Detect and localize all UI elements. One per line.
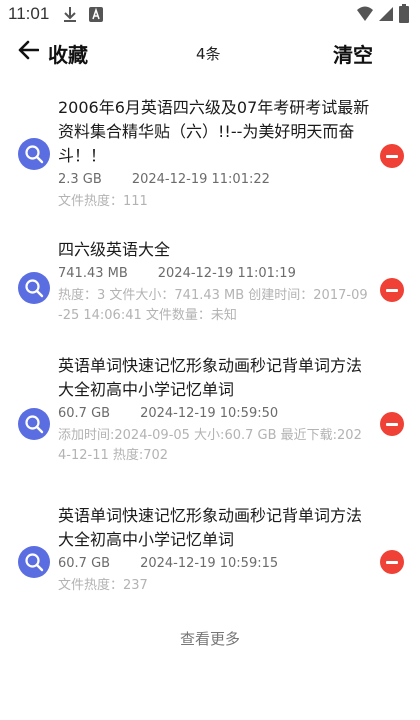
item-meta: 60.7 GB 2024-12-19 10:59:15 [58,554,370,574]
minus-icon [386,288,398,292]
app-header: 收藏 4条 清空 [0,30,420,74]
item-date: 2024-12-19 11:01:22 [131,172,270,187]
favorites-list: 2006年6月英语四六级及07年考研考试最新资料集合精华贴（六）!!--为美好明… [0,74,420,620]
remove-button[interactable] [380,412,404,436]
item-size: 60.7 GB [58,556,111,571]
item-date: 2024-12-19 10:59:50 [140,406,279,421]
remove-button[interactable] [380,144,404,168]
item-date: 2024-12-19 11:01:19 [157,266,296,281]
status-bar: 11:01 [0,0,420,30]
item-extra: 文件热度：111 [58,194,148,209]
search-icon [18,546,50,578]
search-icon [18,408,50,440]
search-icon [18,138,50,170]
app-a-icon [88,6,104,28]
item-count: 4条 [196,45,221,63]
view-more-link[interactable]: 查看更多 [0,628,420,649]
download-icon [62,6,78,28]
list-item[interactable]: 英语单词快速记忆形象动画秒记背单词方法大全初高中小学记忆单词 60.7 GB 20… [0,490,420,620]
item-extra: 热度：3 文件大小：741.43 MB 创建时间：2017-09-25 14:0… [58,288,368,323]
item-size: 741.43 MB [58,266,128,281]
item-title: 英语单词快速记忆形象动画秒记背单词方法大全初高中小学记忆单词 [58,506,363,549]
list-item[interactable]: 英语单词快速记忆形象动画秒记背单词方法大全初高中小学记忆单词 60.7 GB 20… [0,344,420,490]
item-date: 2024-12-19 10:59:15 [140,556,279,571]
item-extra: 添加时间:2024-09-05 大小:60.7 GB 最近下载:2024-12-… [58,428,362,463]
item-extra: 文件热度：237 [58,578,148,593]
item-meta: 2.3 GB 2024-12-19 11:01:22 [58,170,370,190]
page-title: 收藏 [48,43,88,67]
battery-icon [399,4,409,28]
item-meta: 741.43 MB 2024-12-19 11:01:19 [58,264,370,284]
search-icon [18,272,50,304]
list-item[interactable]: 2006年6月英语四六级及07年考研考试最新资料集合精华贴（六）!!--为美好明… [0,74,420,220]
back-button[interactable] [14,38,42,66]
status-time: 11:01 [8,4,50,23]
remove-button[interactable] [380,550,404,574]
item-size: 2.3 GB [58,172,102,187]
remove-button[interactable] [380,278,404,302]
item-title: 英语单词快速记忆形象动画秒记背单词方法大全初高中小学记忆单词 [58,356,363,399]
minus-icon [386,154,398,158]
item-size: 60.7 GB [58,406,111,421]
minus-icon [386,560,398,564]
signal-icon [378,6,394,26]
minus-icon [386,422,398,426]
clear-all-button[interactable]: 清空 [333,39,373,68]
item-title: 四六级英语大全 [58,240,171,259]
list-item[interactable]: 四六级英语大全 741.43 MB 2024-12-19 11:01:19 热度：… [0,220,420,344]
back-arrow-icon [17,40,40,64]
item-title: 2006年6月英语四六级及07年考研考试最新资料集合精华贴（六）!!--为美好明… [58,98,370,165]
item-meta: 60.7 GB 2024-12-19 10:59:50 [58,404,370,424]
wifi-icon [356,6,374,26]
